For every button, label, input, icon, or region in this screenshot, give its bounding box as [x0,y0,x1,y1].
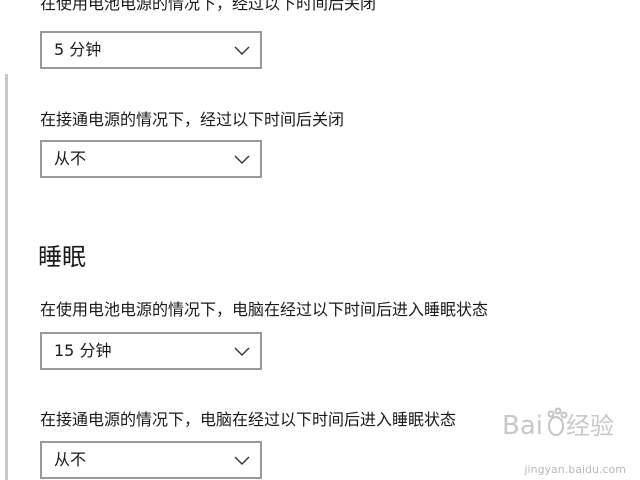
baidu-watermark: Bai 经验 jingyan.baidu.com [500,402,632,476]
section-title-sleep: 睡眠 [38,243,86,271]
screen-battery-label: 在使用电池电源的情况下，经过以下时间后关闭 [40,0,377,13]
screen-battery-dropdown[interactable]: 5 分钟 [40,31,262,69]
chevron-down-icon [234,155,250,164]
sleep-plugged-dropdown[interactable]: 从不 [40,441,262,479]
svg-text:Bai: Bai [502,411,543,441]
chevron-down-icon [234,46,250,55]
scrollbar[interactable] [5,74,8,480]
svg-text:经验: 经验 [566,412,614,440]
sleep-battery-value: 15 分钟 [54,341,112,360]
sleep-battery-label: 在使用电池电源的情况下，电脑在经过以下时间后进入睡眠状态 [40,300,489,319]
screen-plugged-value: 从不 [54,149,87,168]
sleep-plugged-label: 在接通电源的情况下，电脑在经过以下时间后进入睡眠状态 [40,410,457,429]
chevron-down-icon [234,456,250,465]
watermark-url: jingyan.baidu.com [524,463,626,476]
screen-plugged-label: 在接通电源的情况下，经过以下时间后关闭 [40,110,345,129]
screen-battery-value: 5 分钟 [54,40,102,59]
chevron-down-icon [234,347,250,356]
screen-plugged-dropdown[interactable]: 从不 [40,140,262,178]
baidu-paw-logo: Bai 经验 [502,407,614,441]
sleep-battery-dropdown[interactable]: 15 分钟 [40,332,262,370]
sleep-plugged-value: 从不 [54,450,87,469]
